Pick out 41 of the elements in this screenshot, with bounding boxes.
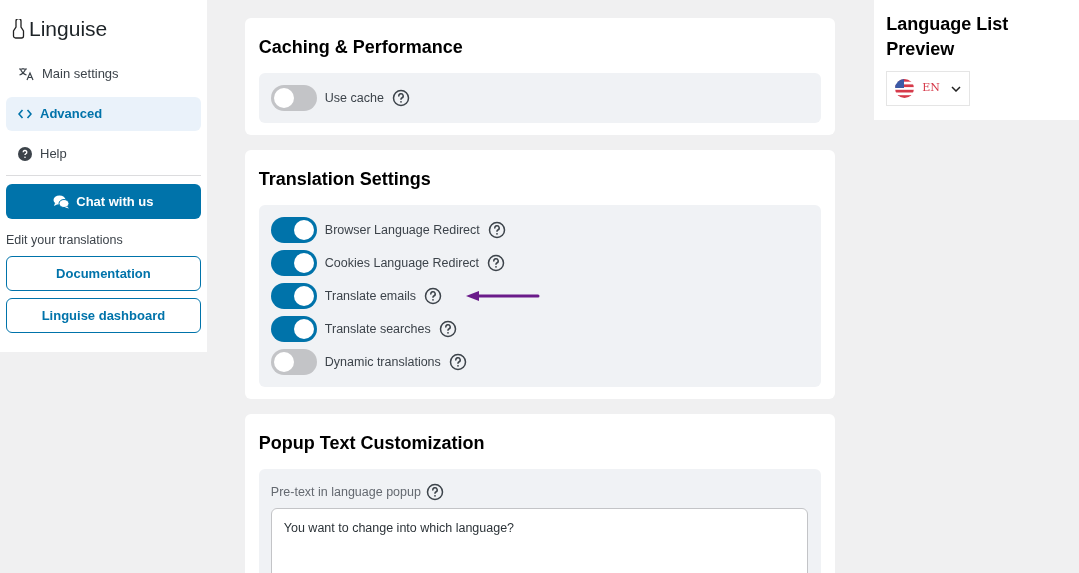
text-area[interactable]: You want to change into which language? xyxy=(270,507,808,573)
help-icon[interactable] xyxy=(438,320,457,338)
flag-icon xyxy=(895,79,915,98)
link-button[interactable]: Documentation xyxy=(6,255,201,291)
nav-item[interactable]: Main settings xyxy=(6,57,201,91)
toggle-switch[interactable] xyxy=(270,349,317,375)
translate-icon xyxy=(18,67,34,81)
help-icon[interactable] xyxy=(424,287,443,305)
help-icon[interactable] xyxy=(487,221,506,239)
help-icon xyxy=(18,147,32,161)
toggle-label: Use cache xyxy=(324,89,384,107)
logo-icon xyxy=(12,18,25,39)
toggle-switch[interactable] xyxy=(270,316,317,342)
toggle-switch[interactable] xyxy=(270,85,317,111)
toggle-label: Browser Language Redirect xyxy=(324,221,480,239)
chat-button[interactable]: Chat with us xyxy=(6,184,201,219)
help-icon[interactable] xyxy=(425,483,444,502)
card-title: Caching & Performance xyxy=(258,36,464,59)
section-label: Edit your translations xyxy=(6,232,124,249)
chevron-down-icon xyxy=(951,85,962,92)
toggle-label: Translate searches xyxy=(324,320,431,338)
card-title: Translation Settings xyxy=(258,168,432,191)
language-dropdown[interactable]: EN xyxy=(886,71,971,106)
toggle-label: Cookies Language Redirect xyxy=(324,254,480,272)
toggle-switch[interactable] xyxy=(270,283,317,309)
field-label: Pre-text in language popup xyxy=(270,484,421,501)
toggle-label: Dynamic translations xyxy=(324,353,441,371)
code-icon xyxy=(18,109,32,119)
help-icon[interactable] xyxy=(448,353,467,371)
help-icon[interactable] xyxy=(487,254,506,272)
help-icon[interactable] xyxy=(391,89,410,107)
toggle-switch[interactable] xyxy=(270,217,317,243)
toggle-label: Translate emails xyxy=(324,287,417,305)
preview-title: Language List Preview xyxy=(886,13,1010,61)
chat-icon xyxy=(53,194,71,209)
logo-text: Linguise xyxy=(29,18,108,39)
card-title: Popup Text Customization xyxy=(258,432,486,455)
nav-item[interactable]: Help xyxy=(6,137,201,171)
nav-item[interactable]: Advanced xyxy=(6,97,201,131)
toggle-switch[interactable] xyxy=(270,250,317,276)
link-button[interactable]: Linguise dashboard xyxy=(6,297,201,333)
